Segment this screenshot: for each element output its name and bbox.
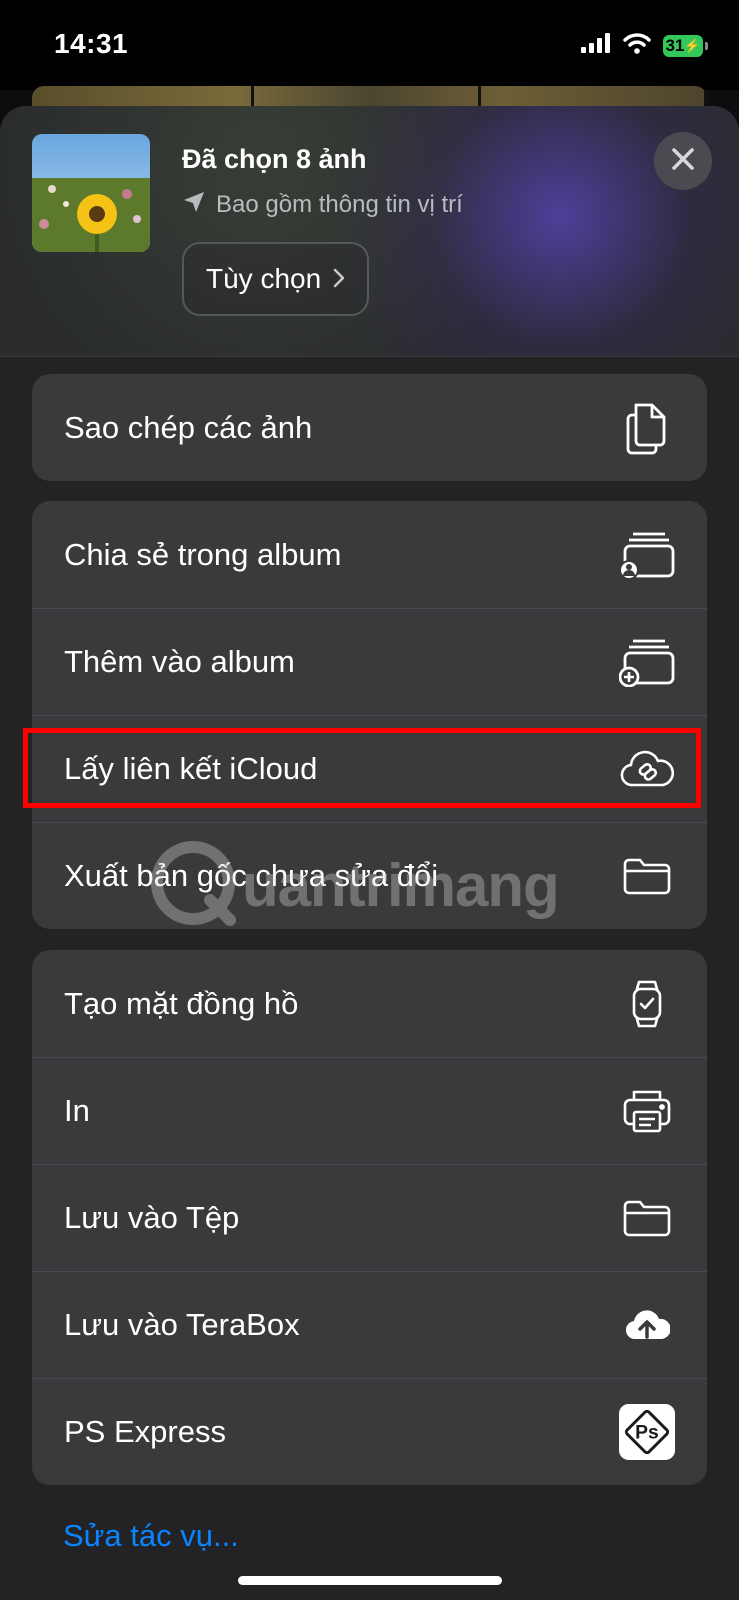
watch-icon	[619, 976, 675, 1032]
battery-indicator: 31 ⚡	[663, 34, 708, 57]
chevron-right-icon	[333, 263, 345, 295]
location-info-label: Bao gồm thông tin vị trí	[216, 190, 463, 218]
status-bar: 14:31 31 ⚡	[0, 0, 739, 90]
copy-icon	[619, 400, 675, 456]
action-copy-photos[interactable]: Sao chép các ảnh	[32, 374, 707, 481]
folder-icon	[619, 1190, 675, 1246]
ps-express-icon: Ps	[619, 1403, 675, 1460]
action-get-icloud-link[interactable]: Lấy liên kết iCloud	[32, 715, 707, 822]
svg-text:Ps: Ps	[635, 1422, 659, 1443]
icloud-link-icon	[619, 741, 675, 797]
share-sheet-header: Đã chọn 8 ảnh Bao gồm thông tin vị trí T…	[0, 106, 739, 357]
home-indicator[interactable]	[238, 1576, 502, 1585]
shared-album-icon	[619, 527, 675, 583]
selected-photo-thumbnail	[32, 134, 150, 252]
action-print[interactable]: In	[32, 1057, 707, 1164]
location-arrow-icon	[182, 190, 206, 219]
action-label: Sao chép các ảnh	[64, 409, 313, 445]
action-group-copy: Sao chép các ảnh	[32, 374, 707, 481]
wifi-icon	[623, 32, 651, 59]
charging-icon: ⚡	[684, 37, 701, 53]
action-label: PS Express	[64, 1413, 226, 1449]
action-label: Thêm vào album	[64, 643, 295, 679]
action-group-more: Tạo mặt đồng hồ In Lưu vào Tệp Lưu vào T…	[32, 950, 707, 1485]
action-group-album: Chia sẻ trong album Thêm vào album Lấy l…	[32, 501, 707, 929]
cellular-signal-icon	[581, 33, 611, 58]
action-save-to-terabox[interactable]: Lưu vào TeraBox	[32, 1271, 707, 1378]
share-sheet: Đã chọn 8 ảnh Bao gồm thông tin vị trí T…	[0, 106, 739, 1600]
status-time: 14:31	[54, 28, 129, 59]
action-label: Chia sẻ trong album	[64, 536, 342, 572]
status-icons: 31 ⚡	[581, 32, 708, 59]
action-label: Lưu vào Tệp	[64, 1199, 240, 1235]
action-ps-express[interactable]: PS Express Ps	[32, 1378, 707, 1485]
action-label: Lưu vào TeraBox	[64, 1306, 300, 1342]
folder-icon	[619, 848, 675, 904]
options-button[interactable]: Tùy chọn	[182, 242, 370, 316]
action-label: Xuất bản gốc chưa sửa đổi	[64, 857, 439, 893]
action-label: In	[64, 1092, 90, 1128]
action-label: Lấy liên kết iCloud	[64, 750, 318, 786]
close-button[interactable]	[654, 132, 712, 190]
action-create-watch-face[interactable]: Tạo mặt đồng hồ	[32, 950, 707, 1057]
options-button-label: Tùy chọn	[206, 263, 322, 294]
add-to-album-icon	[619, 634, 675, 690]
printer-icon	[619, 1083, 675, 1139]
edit-actions-link[interactable]: Sửa tác vụ...	[63, 1518, 239, 1554]
selection-title: Đã chọn 8 ảnh	[182, 144, 367, 174]
location-info: Bao gồm thông tin vị trí	[182, 190, 463, 219]
action-save-to-files[interactable]: Lưu vào Tệp	[32, 1164, 707, 1271]
cloud-upload-icon	[619, 1297, 675, 1353]
action-label: Tạo mặt đồng hồ	[64, 985, 299, 1021]
action-add-to-album[interactable]: Thêm vào album	[32, 608, 707, 715]
close-icon	[671, 147, 695, 176]
battery-level: 31	[665, 35, 685, 55]
action-share-in-album[interactable]: Chia sẻ trong album	[32, 501, 707, 608]
action-export-unmodified-original[interactable]: Xuất bản gốc chưa sửa đổi	[32, 822, 707, 929]
